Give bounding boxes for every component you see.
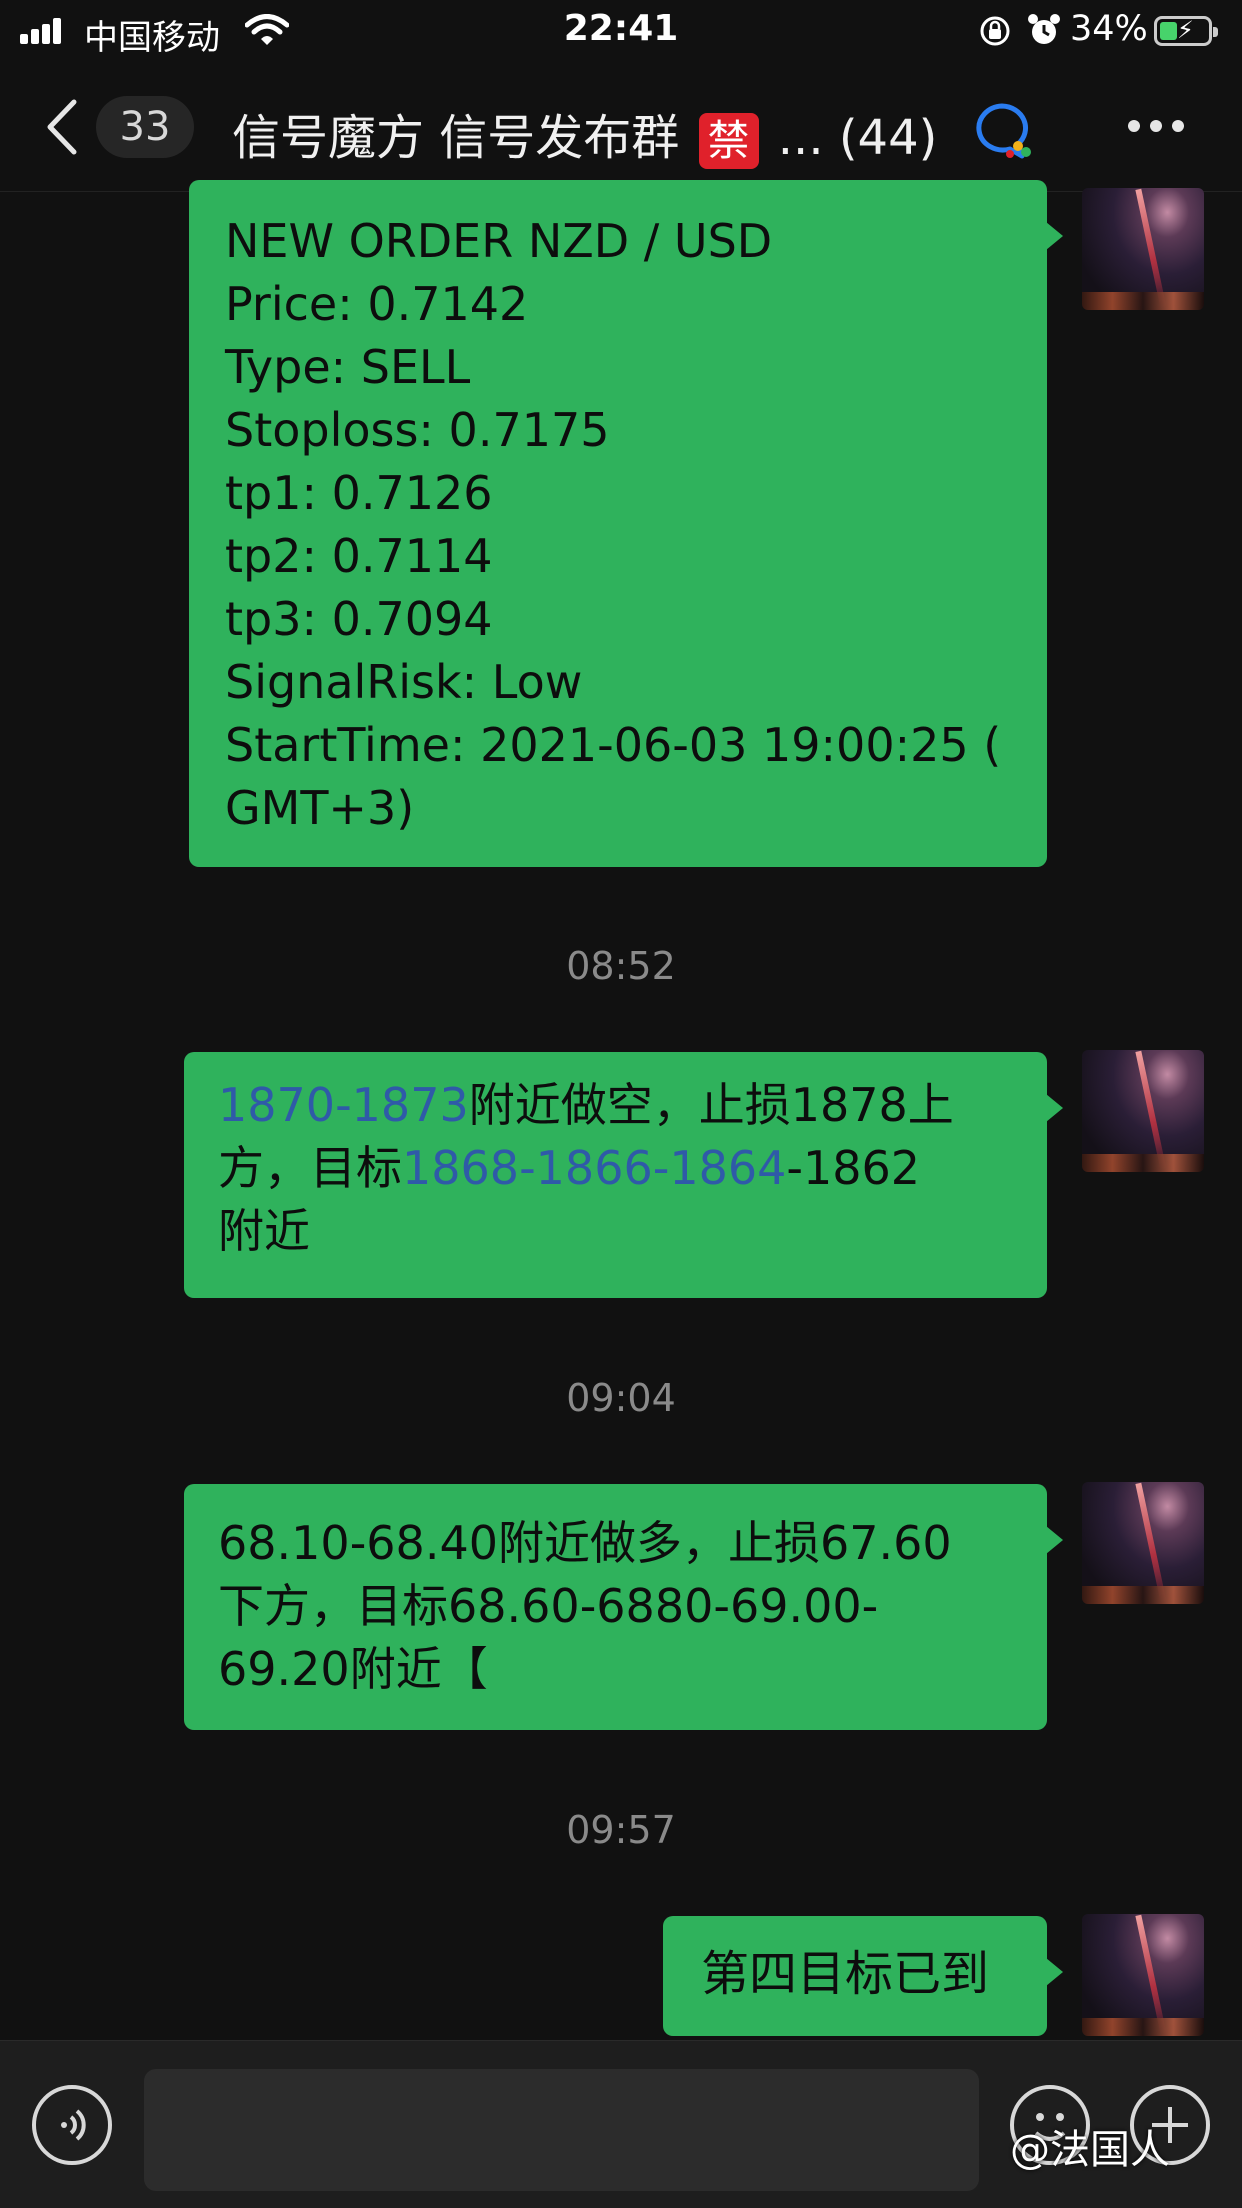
- chat-member-count: ... (44): [777, 110, 938, 166]
- message-line: 下方，目标68.60-6880-69.00-: [218, 1579, 879, 1633]
- avatar[interactable]: [1082, 1050, 1204, 1172]
- message-text: 第四目标已到: [701, 1946, 990, 2002]
- message-text: 方，目标: [218, 1141, 402, 1195]
- chat-bubble-icon[interactable]: [970, 100, 1036, 166]
- message-line: SignalRisk: Low: [225, 655, 583, 709]
- message-timestamp: 09:57: [566, 1808, 676, 1852]
- message-text: 附近做空，止损1878上: [468, 1078, 954, 1132]
- message-text: -1862: [786, 1141, 921, 1195]
- orientation-lock-icon: [978, 14, 1012, 52]
- message-line: StartTime: 2021-06-03 19:00:25 (: [225, 718, 1002, 772]
- watermark: @法国人: [1010, 2127, 1170, 2173]
- message-text: 附近: [218, 1204, 310, 1258]
- avatar[interactable]: [1082, 1482, 1204, 1604]
- message-input[interactable]: [144, 2069, 979, 2191]
- message-line: 方，目标1868-1866-1864-1862: [218, 1137, 1023, 1200]
- message-bubble[interactable]: 第四目标已到: [663, 1916, 1063, 2036]
- message-line: 68.10-68.40附近做多，止损67.60: [218, 1516, 952, 1570]
- battery-percent: 34%: [1070, 9, 1148, 49]
- number-link[interactable]: 1868-1866-1864: [402, 1141, 786, 1195]
- message-line: GMT+3): [225, 781, 415, 835]
- ban-emoji: 禁: [698, 113, 759, 169]
- voice-icon[interactable]: [32, 2085, 112, 2165]
- avatar[interactable]: [1082, 1914, 1204, 2036]
- chat-title[interactable]: 信号魔方 信号发布群 禁 ... (44): [232, 98, 937, 169]
- back-chevron-icon[interactable]: [40, 98, 84, 156]
- message-timestamp: 08:52: [566, 944, 676, 988]
- message-line: tp1: 0.7126: [225, 466, 493, 520]
- message-bubble[interactable]: 68.10-68.40附近做多，止损67.60 下方，目标68.60-6880-…: [184, 1484, 1063, 1730]
- message-line: NEW ORDER NZD / USD: [225, 214, 773, 268]
- status-bar: 中国移动 22:41 34% ⚡: [0, 0, 1242, 62]
- message-line: Price: 0.7142: [225, 277, 529, 331]
- input-bar: @法国人: [0, 2040, 1242, 2208]
- message-line: tp3: 0.7094: [225, 592, 493, 646]
- message-bubble-order[interactable]: NEW ORDER NZD / USD Price: 0.7142 Type: …: [189, 180, 1063, 867]
- message-line: tp2: 0.7114: [225, 529, 493, 583]
- message-line: Stoploss: 0.7175: [225, 403, 610, 457]
- alarm-icon: [1026, 12, 1062, 52]
- message-bubble[interactable]: 1870-1873附近做空，止损1878上 方，目标1868-1866-1864…: [184, 1052, 1063, 1298]
- message-line: 1870-1873附近做空，止损1878上: [218, 1074, 1023, 1137]
- more-icon[interactable]: [1128, 120, 1186, 134]
- unread-count-badge[interactable]: 33: [96, 96, 194, 158]
- chat-title-text: 信号魔方 信号发布群: [232, 110, 680, 166]
- message-line: 69.20附近【: [218, 1642, 488, 1696]
- number-link[interactable]: 1870-1873: [218, 1078, 469, 1132]
- chat-header: 33 信号魔方 信号发布群 禁 ... (44): [0, 62, 1242, 192]
- message-line: Type: SELL: [225, 340, 471, 394]
- battery-charging-icon: ⚡: [1154, 16, 1218, 46]
- avatar[interactable]: [1082, 188, 1204, 310]
- message-timestamp: 09:04: [566, 1376, 676, 1420]
